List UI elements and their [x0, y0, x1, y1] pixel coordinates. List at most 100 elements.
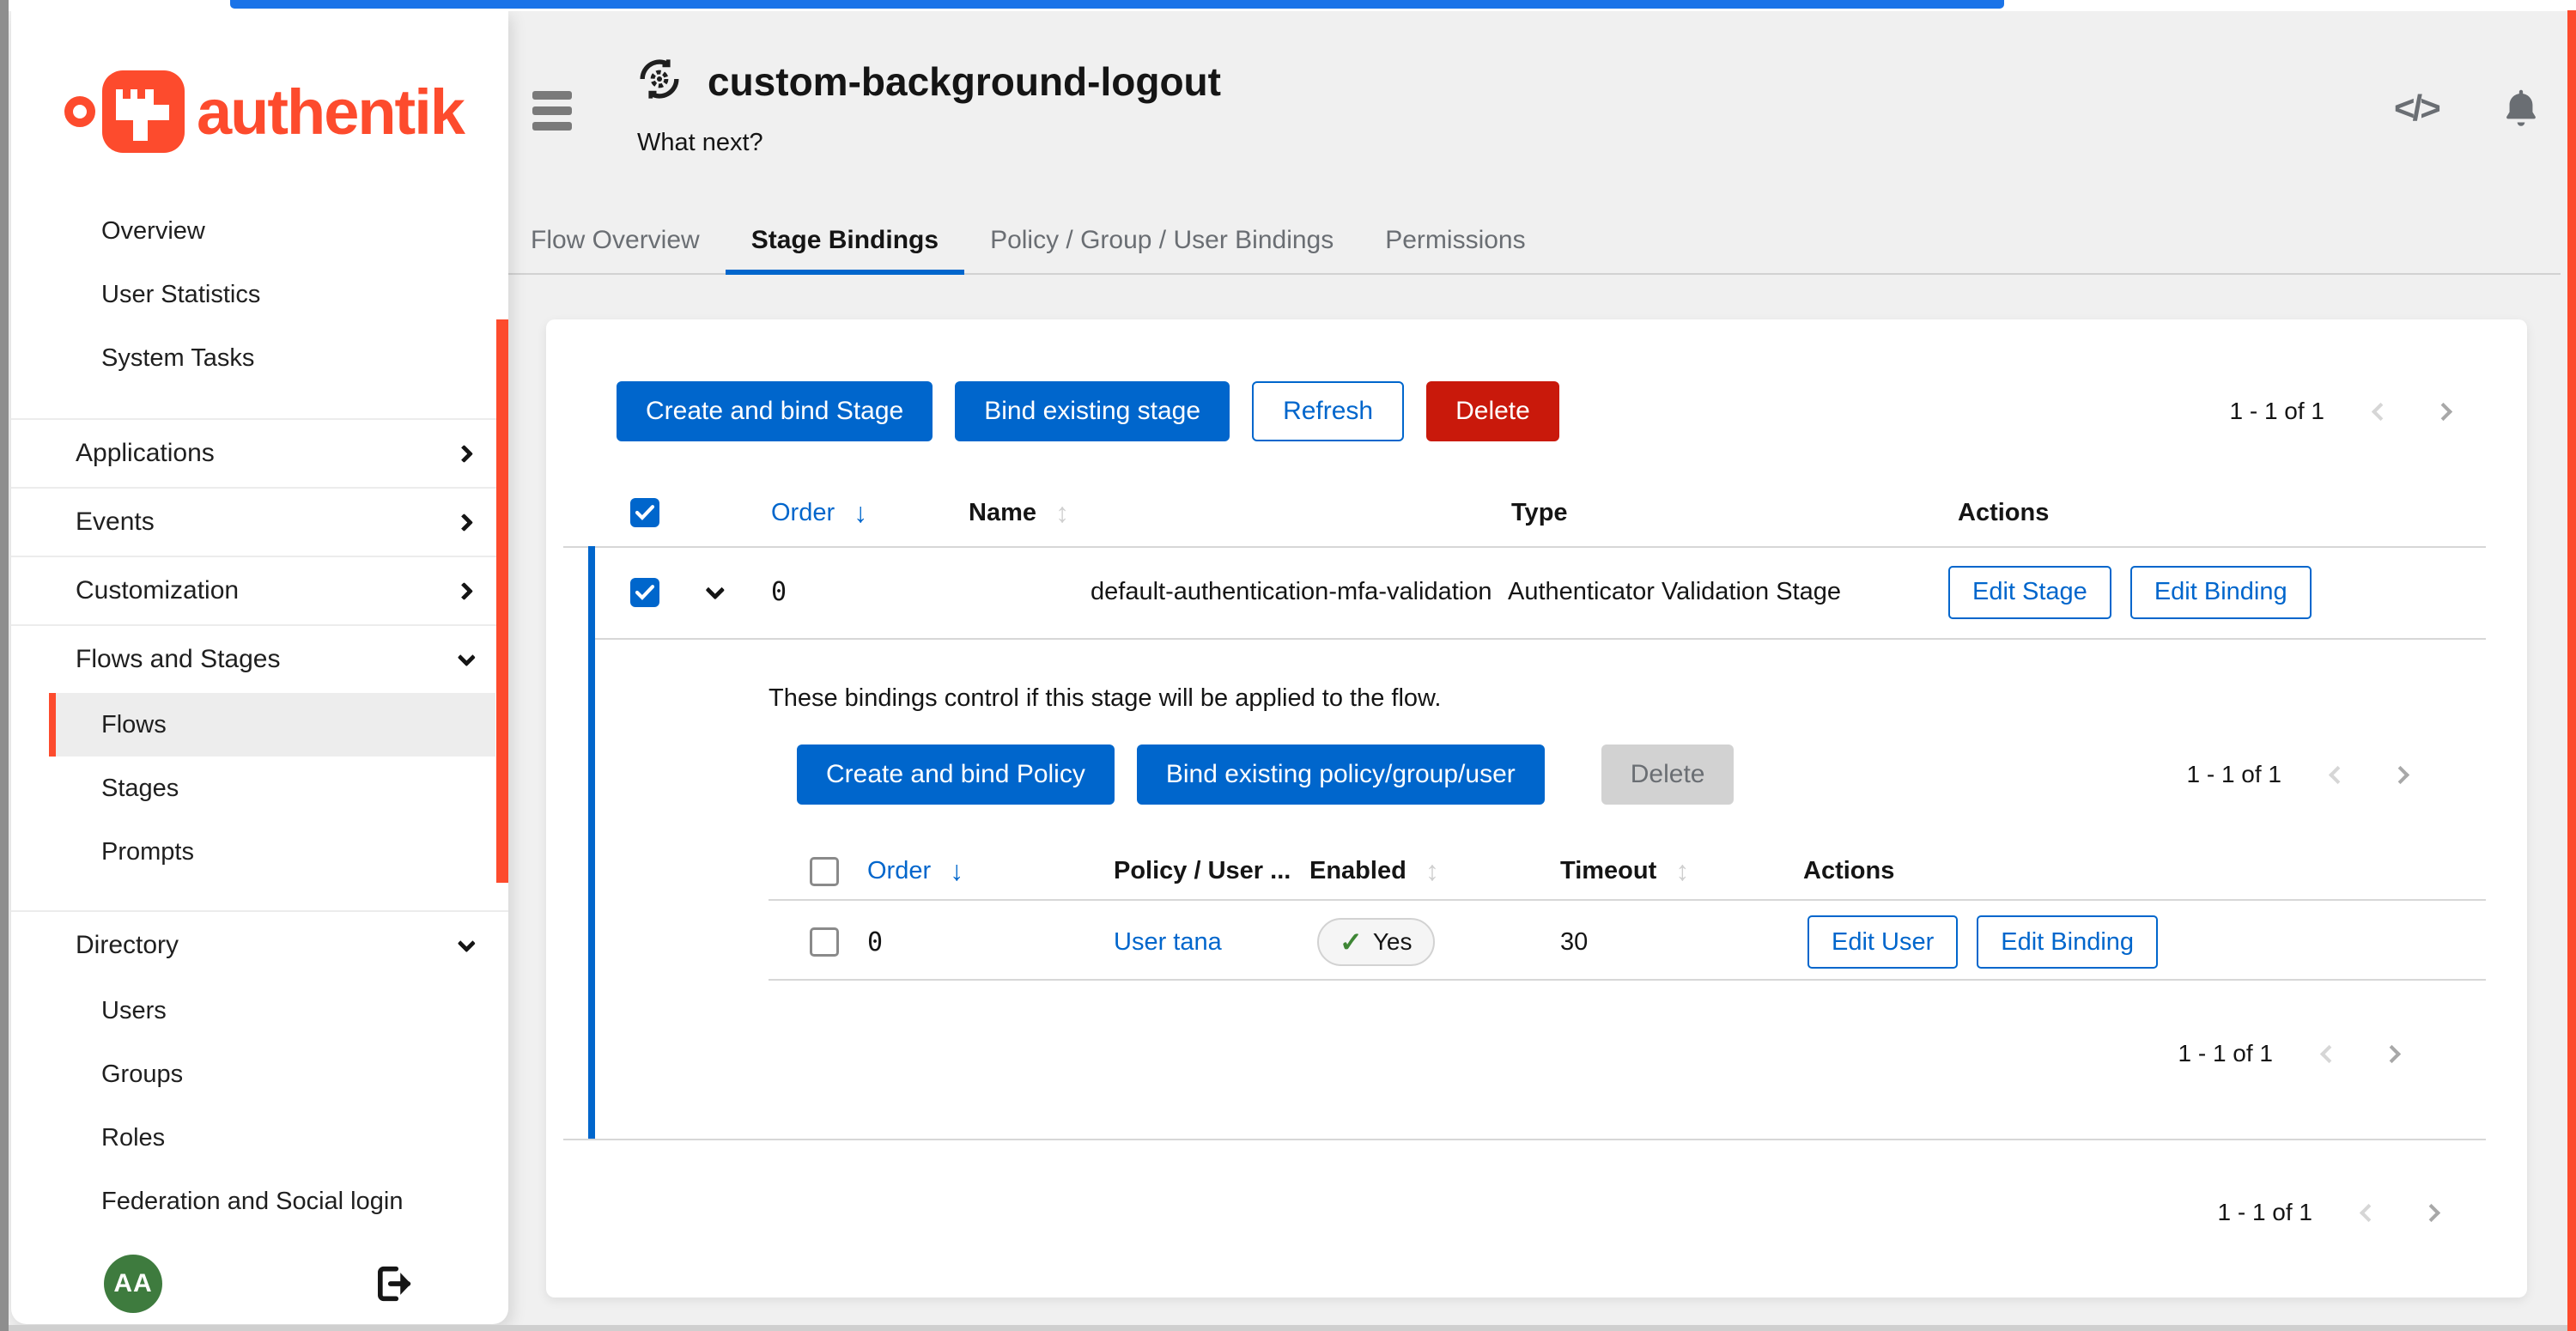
- page-subtitle: What next?: [637, 129, 763, 157]
- edit-binding-button[interactable]: Edit Binding: [1977, 915, 2158, 969]
- pagination-label: 1 - 1 of 1: [2217, 1199, 2312, 1226]
- sort-icon: ↕: [1675, 855, 1689, 887]
- bind-existing-policy-button[interactable]: Bind existing policy/group/user: [1137, 745, 1545, 805]
- delete-button[interactable]: Delete: [1426, 381, 1559, 441]
- row-stage-type: Authenticator Validation Stage: [1508, 546, 1841, 638]
- policy-timeout-value: 30: [1560, 899, 1588, 985]
- column-header-enabled[interactable]: Enabled ↕: [1309, 843, 1439, 899]
- window-bottom-edge: [0, 1325, 2576, 1331]
- notification-bell-icon[interactable]: [2499, 86, 2543, 135]
- sidebar-item-users[interactable]: Users: [11, 979, 508, 1042]
- tab-policy-group-user-bindings[interactable]: Policy / Group / User Bindings: [964, 211, 1359, 275]
- sidebar-item-overview[interactable]: Overview: [11, 199, 508, 263]
- chevron-right-icon: [455, 444, 473, 462]
- column-header-actions: Actions: [1958, 479, 2049, 546]
- bind-existing-stage-button[interactable]: Bind existing stage: [955, 381, 1230, 441]
- refresh-button[interactable]: Refresh: [1252, 381, 1404, 441]
- column-header-type: Type: [1511, 479, 1568, 546]
- policy-user-link[interactable]: User tana: [1114, 899, 1222, 985]
- pagination-policies-top: 1 - 1 of 1: [2186, 745, 2407, 805]
- authentik-logo[interactable]: authentik: [64, 64, 464, 159]
- tab-flow-overview[interactable]: Flow Overview: [505, 211, 726, 275]
- divider: [769, 979, 2486, 981]
- sidebar-item-customization[interactable]: Customization: [11, 557, 508, 624]
- page-scrollbar[interactable]: [2567, 10, 2576, 1331]
- select-all-policies-checkbox[interactable]: [810, 857, 839, 886]
- enabled-badge: ✓ Yes: [1317, 918, 1435, 966]
- create-and-bind-policy-button[interactable]: Create and bind Policy: [797, 745, 1115, 805]
- logout-icon[interactable]: [371, 1261, 416, 1306]
- chevron-down-icon: [458, 934, 476, 952]
- pagination-prev-icon[interactable]: [2320, 1044, 2338, 1062]
- row-order-value: 0: [771, 546, 787, 638]
- page-title: custom-background-logout: [708, 58, 1221, 105]
- sidebar-scrollbar[interactable]: [496, 319, 508, 883]
- chevron-right-icon: [455, 581, 473, 599]
- pagination-next-icon[interactable]: [2434, 402, 2452, 420]
- tab-stage-bindings[interactable]: Stage Bindings: [726, 211, 964, 275]
- sidebar-item-system-tasks[interactable]: System Tasks: [11, 326, 508, 390]
- divider: [595, 638, 2486, 640]
- sort-descending-icon: ↓: [950, 855, 963, 887]
- column-header-policy-user: Policy / User ...: [1114, 843, 1291, 899]
- sort-icon: ↕: [1425, 855, 1439, 887]
- sidebar-item-flows-and-stages[interactable]: Flows and Stages: [11, 626, 508, 693]
- pagination-top: 1 - 1 of 1: [2229, 381, 2450, 441]
- window-left-edge: [0, 0, 9, 1331]
- divider: [769, 899, 2486, 901]
- pagination-prev-icon[interactable]: [2329, 765, 2347, 783]
- sort-descending-icon: ↓: [854, 497, 867, 529]
- sidebar-item-federation[interactable]: Federation and Social login: [11, 1170, 508, 1233]
- collapse-row-icon[interactable]: [706, 580, 726, 599]
- divider: [563, 1139, 2486, 1140]
- column-header-name[interactable]: Name ↕: [969, 479, 1069, 546]
- tab-bar: Flow Overview Stage Bindings Policy / Gr…: [505, 211, 1552, 275]
- chevron-down-icon: [458, 648, 476, 666]
- policy-row-order: 0: [867, 899, 883, 985]
- pagination-next-icon[interactable]: [2383, 1044, 2401, 1062]
- edit-user-button[interactable]: Edit User: [1807, 915, 1958, 969]
- column-header-policy-order[interactable]: Order ↓: [867, 843, 963, 899]
- pagination-policies-bottom: 1 - 1 of 1: [2178, 1024, 2398, 1084]
- edit-binding-button[interactable]: Edit Binding: [2130, 566, 2312, 619]
- sidebar-item-stages[interactable]: Stages: [11, 757, 508, 820]
- sidebar-item-applications[interactable]: Applications: [11, 420, 508, 487]
- sidebar-item-groups[interactable]: Groups: [11, 1042, 508, 1106]
- sidebar-item-user-statistics[interactable]: User Statistics: [11, 263, 508, 326]
- pagination-label: 1 - 1 of 1: [2186, 761, 2281, 788]
- api-code-icon[interactable]: </>: [2394, 88, 2439, 129]
- column-header-timeout[interactable]: Timeout ↕: [1560, 843, 1689, 899]
- bindings-description: These bindings control if this stage wil…: [769, 684, 1441, 713]
- check-icon: ✓: [1340, 926, 1363, 958]
- column-header-order[interactable]: Order ↓: [771, 479, 867, 546]
- pagination-prev-icon[interactable]: [2360, 1203, 2378, 1221]
- policy-row-checkbox[interactable]: [810, 927, 839, 957]
- edit-stage-button[interactable]: Edit Stage: [1948, 566, 2111, 619]
- pagination-next-icon[interactable]: [2391, 765, 2409, 783]
- sidebar-item-flows[interactable]: Flows: [49, 693, 495, 757]
- logo-wordmark: authentik: [197, 76, 464, 149]
- sidebar-item-directory[interactable]: Directory: [11, 912, 508, 979]
- sidebar-item-roles[interactable]: Roles: [11, 1106, 508, 1170]
- logo-key-ring-icon: [64, 96, 95, 127]
- stage-bindings-card: Create and bind Stage Bind existing stag…: [546, 319, 2527, 1298]
- expanded-row-indicator: [588, 546, 595, 1140]
- delete-policy-button[interactable]: Delete: [1601, 745, 1735, 805]
- tab-permissions[interactable]: Permissions: [1359, 211, 1551, 275]
- chevron-right-icon: [455, 513, 473, 531]
- sidebar-item-events[interactable]: Events: [11, 489, 508, 556]
- sidebar-item-prompts[interactable]: Prompts: [11, 820, 508, 884]
- row-checkbox[interactable]: [630, 578, 659, 607]
- pagination-label: 1 - 1 of 1: [2229, 398, 2324, 425]
- sidebar: authentik Overview User Statistics Syste…: [11, 11, 508, 1324]
- logo-key-icon: [102, 70, 185, 153]
- pagination-prev-icon[interactable]: [2372, 402, 2390, 420]
- pagination-next-icon[interactable]: [2422, 1203, 2440, 1221]
- select-all-checkbox[interactable]: [630, 498, 659, 527]
- create-and-bind-stage-button[interactable]: Create and bind Stage: [617, 381, 933, 441]
- flow-process-icon: [635, 55, 683, 107]
- hamburger-menu-icon[interactable]: [532, 91, 572, 137]
- pagination-label: 1 - 1 of 1: [2178, 1040, 2273, 1067]
- avatar[interactable]: AA: [104, 1255, 162, 1313]
- sort-icon: ↕: [1055, 497, 1069, 529]
